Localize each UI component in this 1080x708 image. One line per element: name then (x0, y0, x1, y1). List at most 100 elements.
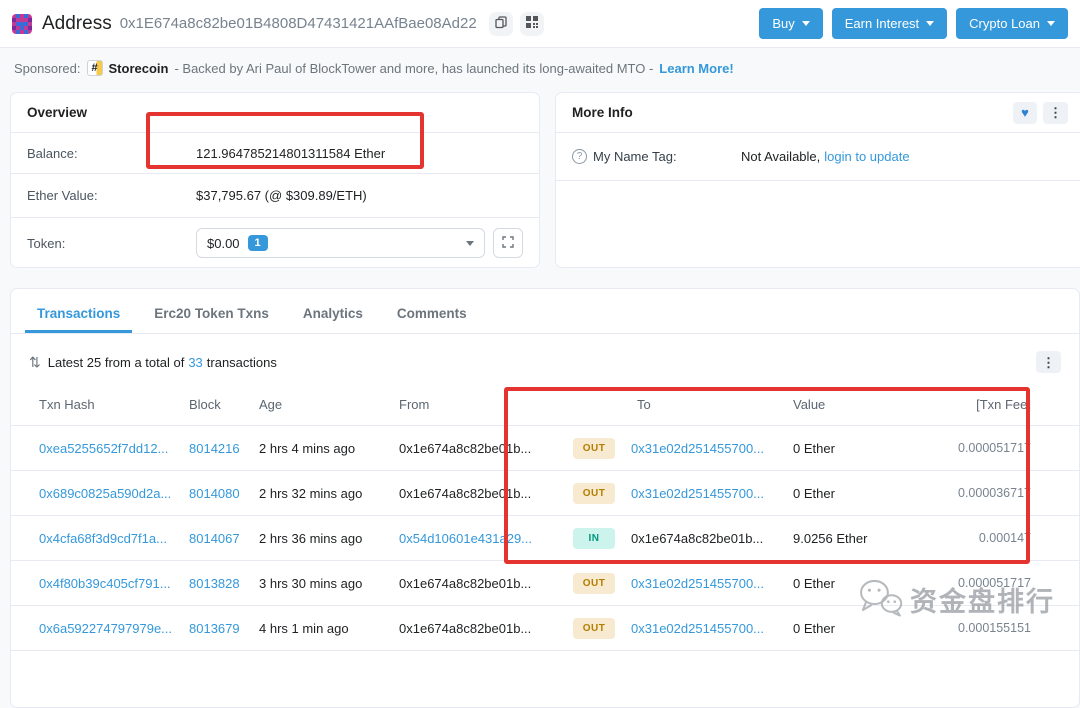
block-link[interactable]: 8014216 (189, 441, 259, 456)
overview-card: Overview Balance: 121.964785214801311584… (10, 92, 540, 268)
sponsored-brand: Storecoin (108, 60, 169, 76)
block-link[interactable]: 8014067 (189, 531, 259, 546)
earn-interest-button[interactable]: Earn Interest (831, 8, 948, 39)
block-link[interactable]: 8013828 (189, 576, 259, 591)
expand-icon (502, 235, 514, 251)
direction-badge: OUT (573, 482, 615, 504)
tab-erc20-token-txns[interactable]: Erc20 Token Txns (142, 299, 281, 333)
more-info-card-header: More Info ♥ ⋮ (556, 93, 1080, 133)
favorite-button[interactable]: ♥ (1013, 101, 1037, 124)
chevron-down-icon (466, 240, 475, 246)
block-link[interactable]: 8013679 (189, 621, 259, 636)
age-text: 2 hrs 32 mins ago (259, 485, 363, 501)
column-header-block: Block (189, 397, 221, 412)
age-text: 3 hrs 30 mins ago (259, 575, 363, 591)
txn-fee-text: 0.000051717 (958, 576, 1031, 590)
table-row: 0x689c0825a590d2a... 8014080 2 hrs 32 mi… (11, 471, 1079, 516)
qr-code-icon (525, 16, 538, 31)
tab-transactions[interactable]: Transactions (25, 299, 133, 333)
name-tag-row: ? My Name Tag: Not Available, login to u… (556, 133, 1080, 181)
txn-hash-link[interactable]: 0xea5255652f7dd12... (39, 441, 189, 456)
crypto-loan-button-label: Crypto Loan (969, 16, 1040, 31)
to-address[interactable]: 0x31e02d251455700... (625, 441, 793, 456)
txn-fee-text: 0.000155151 (958, 621, 1031, 635)
ether-value-label: Ether Value: (27, 188, 98, 203)
transactions-summary: ⇅ Latest 25 from a total of 33 transacti… (11, 334, 1079, 384)
column-header-value: Value (793, 397, 826, 412)
qr-code-button[interactable] (519, 11, 544, 36)
to-address[interactable]: 0x31e02d251455700... (625, 576, 793, 591)
chevron-down-icon (1047, 21, 1055, 26)
from-address[interactable]: 0x54d10601e431a29... (399, 531, 563, 546)
table-row: 0x6a592274797979e... 8013679 4 hrs 1 min… (11, 606, 1079, 651)
buy-button-label: Buy (772, 16, 795, 31)
token-expand-button[interactable] (493, 228, 523, 258)
more-info-title: More Info (572, 105, 633, 120)
chevron-down-icon (926, 21, 935, 26)
ether-value-row: Ether Value: $37,795.67 (@ $309.89/ETH) (11, 174, 539, 218)
value-text: 0 Ether (793, 440, 835, 456)
column-header-txn-fee: [Txn Fee] (976, 397, 1031, 412)
tab-comments[interactable]: Comments (385, 299, 479, 333)
value-text: 0 Ether (793, 575, 835, 591)
txn-hash-link[interactable]: 0x6a592274797979e... (39, 621, 189, 636)
ether-value: $37,795.67 (@ $309.89/ETH) (196, 188, 367, 203)
to-address[interactable]: 0x31e02d251455700... (625, 486, 793, 501)
table-row: 0x4cfa68f3d9cd7f1a... 8014067 2 hrs 36 m… (11, 516, 1079, 561)
direction-badge: OUT (573, 437, 615, 459)
txn-hash-link[interactable]: 0x689c0825a590d2a... (39, 486, 189, 501)
txn-fee-text: 0.000051717 (958, 441, 1031, 455)
sponsored-label: Sponsored: (14, 60, 81, 76)
token-label: Token: (27, 235, 66, 251)
from-address: 0x1e674a8c82be01b... (399, 485, 532, 501)
chevron-down-icon (801, 21, 810, 26)
table-row: 0x4f80b39c405cf791... 8013828 3 hrs 30 m… (11, 561, 1079, 606)
block-link[interactable]: 8014080 (189, 486, 259, 501)
value-text: 0 Ether (793, 485, 835, 501)
table-row: 0xea5255652f7dd12... 8014216 2 hrs 4 min… (11, 426, 1079, 471)
total-transactions-link[interactable]: 33 (188, 355, 202, 370)
token-row: Token: $0.00 1 (11, 218, 539, 268)
storecoin-logo-icon: # (86, 60, 103, 76)
copy-address-button[interactable] (488, 11, 513, 36)
table-header-row: Txn Hash Block Age From To Value [Txn Fe… (11, 384, 1079, 426)
txn-hash-link[interactable]: 0x4f80b39c405cf791... (39, 576, 189, 591)
sponsored-bar: Sponsored: # Storecoin - Backed by Ari P… (14, 56, 734, 80)
address-identicon (12, 13, 32, 34)
crypto-loan-button[interactable]: Crypto Loan (956, 8, 1068, 39)
to-address[interactable]: 0x31e02d251455700... (625, 621, 793, 636)
vertical-dots-icon: ⋮ (1049, 105, 1062, 120)
column-header-txn-hash: Txn Hash (39, 397, 95, 412)
tab-analytics[interactable]: Analytics (291, 299, 375, 333)
direction-badge: OUT (573, 572, 615, 594)
table-menu-button[interactable]: ⋮ (1036, 351, 1061, 373)
from-address: 0x1e674a8c82be01b... (399, 620, 532, 636)
balance-value: 121.964785214801311584 Ether (196, 145, 386, 161)
column-header-from: From (399, 397, 430, 412)
address-value: 0x1E674a8c82be01B4808D47431421AAfBae08Ad… (119, 15, 477, 32)
earn-interest-button-label: Earn Interest (844, 16, 920, 31)
page-title: Address (42, 12, 112, 34)
vertical-dots-icon: ⋮ (1042, 354, 1055, 370)
txn-fee-text: 0.000036717 (958, 486, 1031, 500)
column-header-age: Age (259, 397, 283, 412)
name-tag-label: My Name Tag: (593, 149, 677, 164)
balance-row: Balance: 121.964785214801311584 Ether (11, 133, 539, 174)
heart-icon: ♥ (1021, 105, 1029, 120)
token-amount: $0.00 (207, 235, 240, 251)
value-text: 0 Ether (793, 620, 835, 636)
sponsored-learn-more-link[interactable]: Learn More! (659, 61, 733, 76)
from-address: 0x1e674a8c82be01b... (399, 440, 532, 456)
login-to-update-link[interactable]: login to update (824, 149, 909, 164)
page-header: Address 0x1E674a8c82be01B4808D47431421AA… (0, 0, 1080, 48)
header-actions: Buy Earn Interest Crypto Loan (759, 8, 1068, 39)
copy-icon (495, 15, 507, 32)
sponsored-text: - Backed by Ari Paul of BlockTower and m… (174, 60, 654, 76)
to-address: 0x1e674a8c82be01b... (631, 530, 764, 546)
txn-hash-link[interactable]: 0x4cfa68f3d9cd7f1a... (39, 531, 189, 546)
tab-bar: Transactions Erc20 Token Txns Analytics … (11, 289, 1079, 334)
buy-button[interactable]: Buy (759, 8, 823, 39)
overview-title: Overview (27, 105, 88, 120)
more-info-menu-button[interactable]: ⋮ (1043, 101, 1068, 124)
token-dropdown[interactable]: $0.00 1 (196, 228, 486, 258)
